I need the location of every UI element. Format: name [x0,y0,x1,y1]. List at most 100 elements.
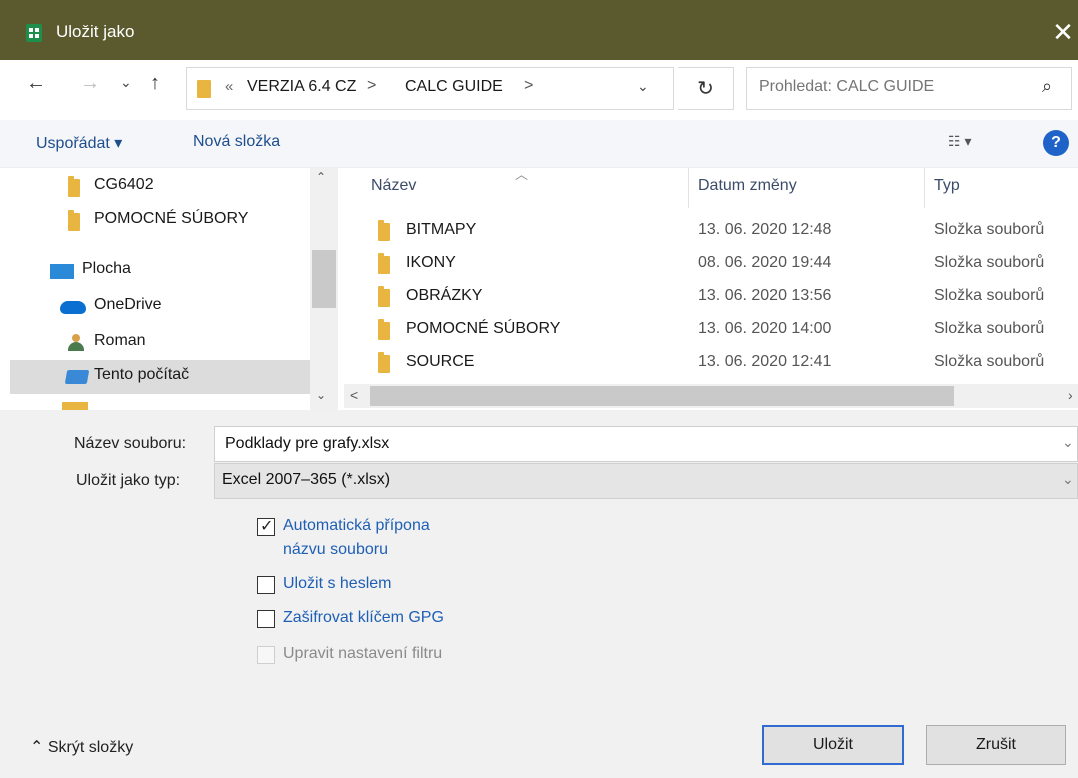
table-row[interactable]: POMOCNÉ SÚBORY 13. 06. 2020 14:00 Složka… [340,314,1078,347]
title-bar [0,0,1078,60]
sidebar-item-roman[interactable]: Roman [62,326,306,360]
calc-app-icon [26,24,42,42]
table-row[interactable]: IKONY 08. 06. 2020 19:44 Složka souborů [340,248,1078,281]
filename-label: Název souboru: [74,435,187,452]
file-name: BITMAPY [406,221,477,238]
forward-button[interactable]: → [80,72,100,95]
sidebar-item-plocha[interactable]: Plocha [44,254,304,288]
chevron-down-icon[interactable]: ⌄ [637,78,649,95]
sidebar-item-onedrive[interactable]: OneDrive [56,290,306,324]
edit-filter-settings-label: Upravit nastavení filtru [283,645,443,662]
file-name: SOURCE [406,353,475,370]
folder-icon [62,402,88,410]
hide-folders-button[interactable]: ⌃ Skrýt složky [30,737,133,757]
auto-extension-label-line2[interactable]: názvu souboru [283,541,388,559]
column-divider[interactable] [688,168,689,208]
file-type: Složka souborů [934,221,1045,238]
file-date: 13. 06. 2020 13:56 [698,287,832,304]
save-with-password-checkbox[interactable] [257,576,275,594]
computer-icon [64,370,90,384]
user-icon [68,334,84,352]
horizontal-scrollbar-thumb[interactable] [370,386,954,406]
back-button[interactable]: ← [26,72,46,95]
folder-icon [378,220,390,241]
recent-locations-button[interactable]: ⌄ [120,74,132,91]
save-with-password-label[interactable]: Uložit s heslem [283,575,391,593]
sort-ascending-icon: ︿ [515,167,529,182]
breadcrumb-overflow[interactable]: « [225,78,233,95]
table-row[interactable]: OBRÁZKY 13. 06. 2020 13:56 Složka soubor… [340,281,1078,314]
filename-input[interactable] [225,435,1045,453]
encrypt-gpg-checkbox[interactable] [257,610,275,628]
chevron-down-icon[interactable]: ⌄ [1062,471,1074,488]
breadcrumb-item[interactable]: CALC GUIDE [405,78,503,96]
sidebar-item-label: Roman [94,332,146,349]
folder-icon [378,286,390,307]
file-type: Složka souborů [934,353,1045,370]
auto-extension-label[interactable]: Automatická přípona [283,517,430,535]
folder-icon [68,176,80,197]
chevron-down-icon[interactable]: ⌄ [1062,434,1074,451]
folder-icon [378,352,390,373]
search-input[interactable] [759,78,1029,96]
table-row[interactable]: BITMAPY 13. 06. 2020 12:48 Složka soubor… [340,215,1078,248]
save-button[interactable]: Uložit [762,725,904,765]
table-row[interactable]: SOURCE 13. 06. 2020 12:41 Složka souborů [340,347,1078,380]
sidebar-item-label: Tento počítač [94,366,190,383]
sidebar-item-cg6402[interactable]: CG6402 [62,170,302,204]
file-date: 08. 06. 2020 19:44 [698,254,832,271]
file-type: Složka souborů [934,287,1045,304]
checkmark-icon: ✓ [260,518,274,535]
sidebar-item-pomocne-subory[interactable]: POMOCNÉ SÚBORY [62,204,302,238]
folder-icon [378,253,390,274]
column-header-name[interactable]: Název [371,177,416,195]
file-name: POMOCNÉ SÚBORY [406,320,561,337]
scroll-right-arrow[interactable]: › [1068,387,1073,403]
file-name: OBRÁZKY [406,287,483,304]
command-bar [0,120,1078,168]
filetype-label: Uložit jako typ: [76,472,181,489]
help-icon[interactable]: ? [1043,130,1069,156]
sidebar-item-label: POMOCNÉ SÚBORY [94,210,249,227]
filename-combobox[interactable] [214,426,1078,462]
sidebar-item-label: CG6402 [94,176,154,193]
file-name: IKONY [406,254,456,271]
folder-icon [68,210,80,231]
sidebar-item-label: Plocha [82,260,131,277]
filetype-value: Excel 2007–365 (*.xlsx) [222,471,391,488]
folder-icon [378,319,390,340]
view-options-button[interactable]: ☷ ▾ [948,133,971,150]
folder-icon [197,80,211,98]
organize-button[interactable]: Uspořádat ▾ [36,133,122,153]
breadcrumb-separator[interactable]: > [367,77,376,95]
search-icon[interactable]: ⌕ [1042,76,1052,97]
breadcrumb-separator[interactable]: > [524,77,533,95]
window-title: Uložit jako [56,22,135,41]
refresh-button[interactable]: ↻ [678,67,734,110]
file-date: 13. 06. 2020 14:00 [698,320,832,337]
file-date: 13. 06. 2020 12:48 [698,221,832,238]
scroll-up-arrow[interactable]: ⌃ [316,170,326,184]
cancel-button[interactable]: Zrušit [926,725,1066,765]
up-folder-button[interactable]: ↑ [150,72,160,95]
encrypt-gpg-label[interactable]: Zašifrovat klíčem GPG [283,609,444,627]
column-header-type[interactable]: Typ [934,177,960,195]
column-divider[interactable] [924,168,925,208]
file-date: 13. 06. 2020 12:41 [698,353,832,370]
auto-extension-checkbox[interactable]: ✓ [257,518,275,536]
search-box[interactable]: ⌕ [746,67,1072,110]
new-folder-button[interactable]: Nová složka [193,133,280,151]
sidebar-item-label: OneDrive [94,296,162,313]
nav-scrollbar-thumb[interactable] [312,250,336,308]
close-button[interactable]: ✕ [1048,14,1078,50]
chevron-up-icon: ⌃ [30,739,48,756]
sidebar-item-tento-pocitac[interactable]: Tento počítač [62,360,306,394]
file-type: Složka souborů [934,254,1045,271]
breadcrumb-item[interactable]: VERZIA 6.4 CZ [247,78,356,96]
scroll-left-arrow[interactable]: < [350,387,358,403]
cloud-icon [60,301,86,314]
address-bar[interactable]: « VERZIA 6.4 CZ > CALC GUIDE > ⌄ [186,67,674,110]
scroll-down-arrow[interactable]: ⌄ [316,388,326,402]
column-header-date[interactable]: Datum změny [698,177,797,195]
file-type: Složka souborů [934,320,1045,337]
